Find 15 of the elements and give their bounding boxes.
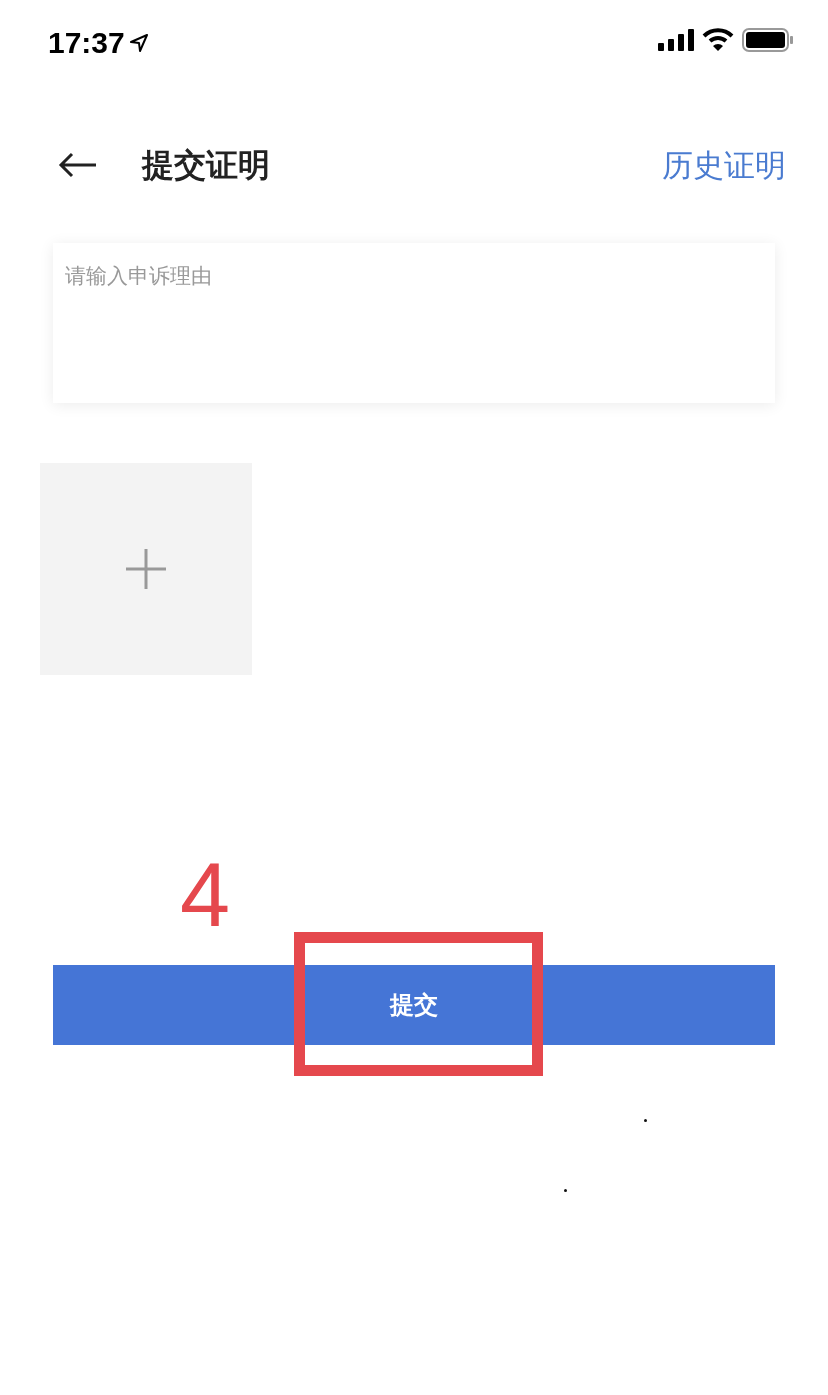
wifi-icon [702, 28, 734, 52]
dot-mark [564, 1189, 567, 1192]
submit-button[interactable]: 提交 [53, 965, 775, 1045]
dot-mark [644, 1119, 647, 1122]
page-title: 提交证明 [142, 145, 270, 186]
reason-input-field[interactable]: 请输入申诉理由 [53, 243, 775, 403]
plus-icon [124, 547, 168, 591]
annotation-number: 4 [180, 850, 231, 940]
location-arrow-icon [128, 33, 149, 53]
status-time: 17:37 [48, 28, 125, 58]
signal-icon [658, 29, 694, 51]
back-arrow-icon[interactable] [58, 152, 98, 178]
history-link[interactable]: 历史证明 [662, 141, 786, 189]
battery-icon [742, 28, 794, 52]
upload-tile[interactable] [40, 463, 252, 675]
